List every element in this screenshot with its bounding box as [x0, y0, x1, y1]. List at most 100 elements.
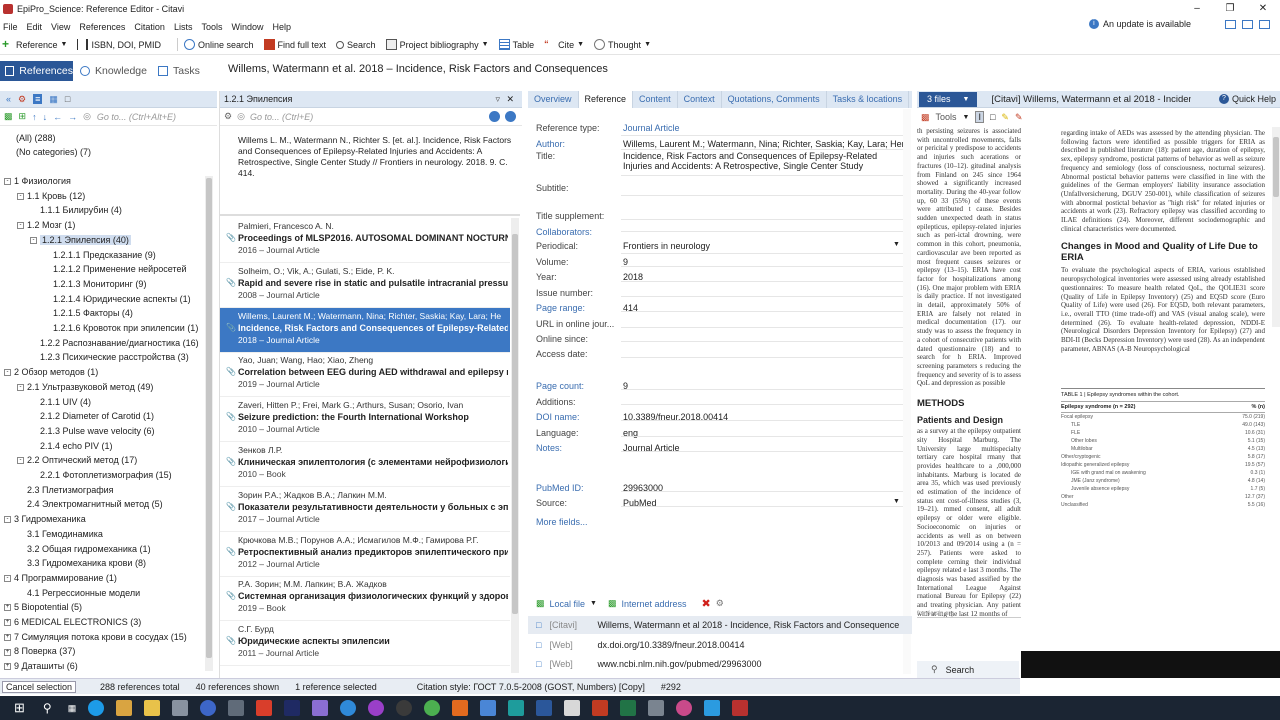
tab-tasks-locations[interactable]: Tasks & locations [827, 91, 910, 108]
collapse-toggle-icon[interactable]: - [4, 516, 11, 524]
menu-view[interactable]: View [51, 22, 70, 32]
menu-lists[interactable]: Lists [174, 22, 193, 32]
preview-splitter[interactable] [220, 214, 520, 216]
acrobat-icon[interactable] [564, 700, 581, 716]
menu-citation[interactable]: Citation [134, 22, 165, 32]
category-item[interactable]: 2.1.1 UIV (4) [30, 397, 91, 407]
category-item[interactable]: +8 Поверка (37) [4, 646, 75, 656]
internet-address-button[interactable]: Internet address [622, 599, 687, 609]
reference-scroll-thumb[interactable] [512, 234, 518, 614]
tab-context[interactable]: Context [678, 91, 722, 108]
category-item[interactable]: -1.2.1 Эпилепсия (40) [30, 234, 131, 245]
app-red-icon[interactable] [592, 700, 609, 716]
app-ball-icon[interactable] [676, 700, 693, 716]
app-arrow-icon[interactable] [480, 700, 497, 716]
collapse-toggle-icon[interactable]: - [17, 192, 24, 200]
find-full-text-button[interactable]: Find full text [263, 39, 326, 50]
arrow-left-icon[interactable]: ← [53, 112, 62, 122]
category-item[interactable]: 3.3 Гидромеханика крови (8) [17, 558, 146, 568]
citation-style[interactable]: Citation style: ГОСТ 7.0.5-2008 (GOST, N… [417, 682, 645, 692]
arrow-up-icon[interactable]: ↑ [32, 112, 37, 122]
collapse-icon[interactable]: « [6, 94, 11, 104]
attachment-item[interactable]: □ [Web] www.ncbi.nlm.nih.gov/pubmed/299630… [528, 655, 912, 673]
category-goto-input[interactable]: Go to... (Ctrl+Alt+E) [97, 112, 176, 122]
category-item[interactable]: 1.2.2 Распознавание/диагностика (16) [30, 338, 199, 348]
chrome-icon[interactable] [424, 700, 441, 716]
project-bibliography-button[interactable]: Project bibliography ▼ [385, 39, 489, 50]
expand-toggle-icon[interactable]: + [4, 633, 11, 641]
app-gray-icon[interactable] [648, 700, 665, 716]
tab-references[interactable]: References [0, 61, 73, 81]
sort-icon[interactable]: ≡ [33, 94, 43, 104]
category-item[interactable]: 1.2.3 Психические расстройства (3) [30, 352, 189, 362]
category-item[interactable]: 1.2.1.6 Кровоток при эпилепсии (1) [43, 323, 198, 333]
category-item[interactable]: -1.2 Мозг (1) [17, 220, 75, 230]
reference-list-scrollbar[interactable] [511, 218, 519, 673]
collapse-toggle-icon[interactable]: - [17, 457, 24, 465]
windows-start-icon[interactable]: ⊞ [14, 700, 25, 716]
search-button[interactable]: Search [336, 40, 376, 50]
menu-window[interactable]: Window [231, 22, 263, 32]
tab-content[interactable]: Content [633, 91, 678, 108]
layout-icon[interactable] [1225, 19, 1236, 29]
tab-tasks[interactable]: Tasks [158, 61, 200, 81]
nav-prev-icon[interactable] [489, 111, 500, 122]
app-gear-icon[interactable] [256, 700, 273, 716]
category-item[interactable]: 2.2.1 Фотоплетизмография (15) [30, 470, 172, 480]
category-scrollbar[interactable] [205, 176, 213, 671]
category-item[interactable]: -2.2 Оптический метод (17) [17, 455, 137, 465]
category-item[interactable]: -3 Гидромеханика [4, 514, 86, 524]
reference-list-item[interactable]: 📎 Зорин Р.А.; Жадков В.А.; Лапкин М.М. Пок… [220, 487, 510, 532]
reference-list-item[interactable]: 📎 Solheim, O.; Vik, A.; Gulati, S.; Eide,… [220, 263, 510, 308]
category-item[interactable]: 1.2.1.4 Юридические аспекты (1) [43, 294, 191, 304]
cancel-selection-button[interactable]: Cancel selection [2, 680, 77, 693]
arrow-right-icon[interactable]: → [68, 112, 77, 122]
app-tool-icon[interactable] [172, 700, 189, 716]
highlight-icon[interactable]: ✎ [1001, 112, 1009, 123]
field-value[interactable]: Willems, Laurent M.; Watermann, Nina; Ri… [623, 139, 903, 149]
app-purple-icon[interactable] [368, 700, 385, 716]
category-item[interactable]: 3.2 Общая гидромеханика (1) [17, 544, 151, 554]
category-item[interactable]: 2.3 Плетизмография [17, 485, 114, 495]
tree-icon[interactable]: ▦ [49, 94, 58, 105]
reference-list-item[interactable]: 📎 Palmieri, Francesco A. N. Proceedings of… [220, 218, 510, 263]
category-item[interactable]: 2.1.2 Diameter of Carotid (1) [30, 411, 154, 421]
collapse-toggle-icon[interactable]: - [17, 222, 24, 230]
reference-list-item[interactable]: 📎 Крючкова М.В.; Порунов А.А.; Исмагилов … [220, 532, 510, 577]
tab-overview[interactable]: Overview [528, 91, 579, 108]
menu-references[interactable]: References [79, 22, 125, 32]
category-item[interactable]: -1.1 Кровь (12) [17, 191, 85, 201]
menu-file[interactable]: File [3, 22, 18, 32]
category-item[interactable]: +6 MEDICAL ELECTRONICS (3) [4, 617, 141, 627]
category-item[interactable]: 1.2.1.3 Мониторинг (9) [43, 279, 146, 289]
category-none[interactable]: (No categories) (7) [16, 147, 91, 157]
field-value[interactable]: Journal Article [623, 123, 903, 133]
pdf-scroll-thumb[interactable] [1273, 137, 1279, 197]
menu-help[interactable]: Help [272, 22, 291, 32]
menu-edit[interactable]: Edit [27, 22, 43, 32]
attachment-item[interactable]: □ [Citavi] Willems, Watermann et al 2018 -… [528, 616, 912, 634]
arrow-down-icon[interactable]: ↓ [43, 112, 48, 122]
category-all[interactable]: (All) (288) [16, 133, 56, 143]
pdf-search-bar[interactable]: ⚲ Search [917, 661, 1019, 678]
category-item[interactable]: 2.4 Электромагнитный метод (5) [17, 499, 163, 509]
collapse-toggle-icon[interactable]: - [4, 369, 11, 377]
isbn-doi-pmid-button[interactable]: ISBN, DOI, PMID [77, 39, 161, 50]
app-circle-icon[interactable] [200, 700, 217, 716]
select-area-icon[interactable]: □ [990, 112, 995, 122]
field-value[interactable]: Incidence, Risk Factors and Consequences… [623, 151, 903, 171]
category-item[interactable]: +9 Даташиты (6) [4, 661, 78, 671]
local-file-button[interactable]: Local file [550, 599, 586, 609]
expand-toggle-icon[interactable]: + [4, 619, 11, 627]
category-item[interactable]: -4 Программирование (1) [4, 573, 117, 583]
category-item[interactable]: 1.2.1.1 Предсказание (9) [43, 250, 156, 260]
online-search-button[interactable]: Online search [183, 39, 254, 50]
maximize-button[interactable]: ❐ [1215, 0, 1245, 18]
app-dark-icon[interactable] [396, 700, 413, 716]
reference-list-item[interactable]: 📎 Р.А. Зорин; М.М. Лапкин; В.А. Жадков Сис… [220, 576, 510, 622]
photoshop-icon[interactable] [284, 700, 301, 716]
layout-split-icon[interactable] [1242, 19, 1253, 29]
add-icon[interactable]: ⊞ [19, 111, 27, 122]
category-item[interactable]: 3.1 Гемодинамика [17, 529, 103, 539]
categories-icon[interactable]: ▩ [4, 111, 13, 122]
